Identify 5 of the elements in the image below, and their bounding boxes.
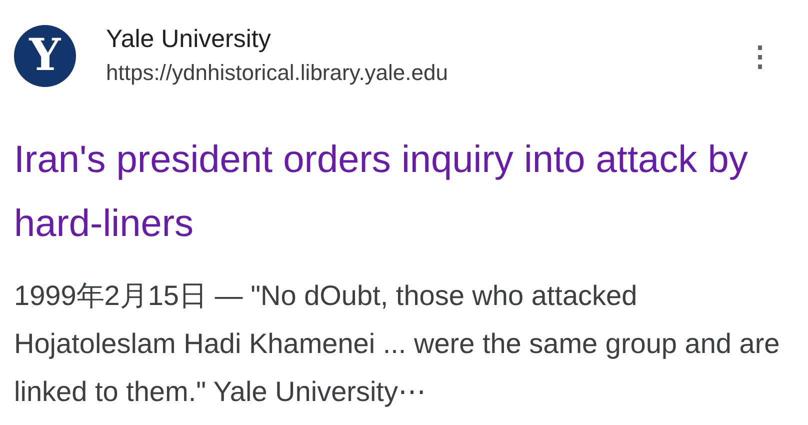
site-url: https://ydnhistorical.library.yale.edu xyxy=(106,59,449,87)
site-name: Yale University xyxy=(106,24,272,55)
result-snippet: 1999年2月15日 — "No dOubt, those who attacked Hojatoleslam Hadi Khamenei ... were the same group and are linked to them." Yale University⋯ xyxy=(14,279,781,409)
result-title-link[interactable]: Iran's president orders inquiry into attack by hard-liners xyxy=(14,128,774,256)
site-logo: Y xyxy=(14,25,76,87)
